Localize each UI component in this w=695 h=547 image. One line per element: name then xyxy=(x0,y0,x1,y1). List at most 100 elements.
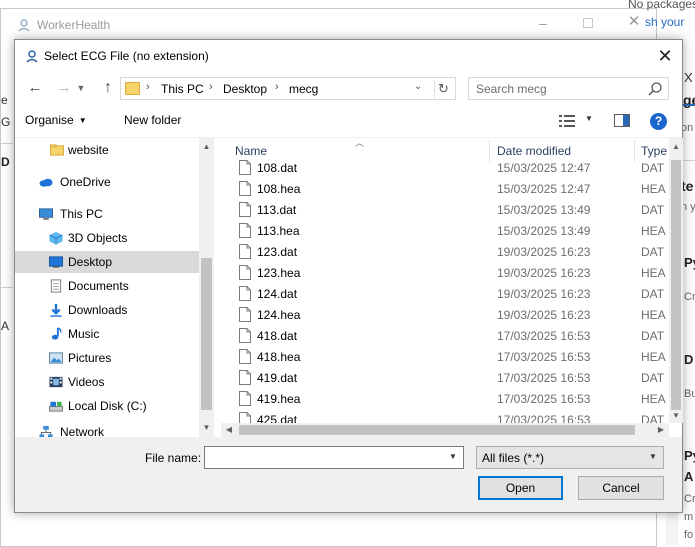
chevron-down-icon[interactable]: ⌄ xyxy=(414,81,422,92)
refresh-icon[interactable]: ↻ xyxy=(434,80,452,98)
back-arrow-icon[interactable]: ← xyxy=(24,77,46,99)
file-name-combo[interactable]: ▼ xyxy=(204,446,464,469)
app-icon xyxy=(26,50,38,63)
navigation-bar: ← → ▼ ↑ › This PC › Desktop › mecg ⌄ ↻ xyxy=(15,72,682,106)
nav-item-local-disk-c[interactable]: Local Disk (C:) xyxy=(15,395,199,417)
new-folder-button[interactable]: New folder xyxy=(124,113,181,131)
nav-item-website[interactable]: website xyxy=(15,139,199,161)
file-row[interactable]: 418.dat 17/03/2025 16:53 DAT xyxy=(221,326,669,347)
file-icon xyxy=(239,391,251,406)
forward-arrow-icon[interactable]: → xyxy=(53,77,75,99)
file-icon xyxy=(239,181,251,196)
organise-button[interactable]: Organise ▼ xyxy=(25,113,87,131)
nav-item-downloads[interactable]: Downloads xyxy=(15,299,199,321)
search-icon[interactable] xyxy=(647,81,663,97)
address-bar[interactable]: › This PC › Desktop › mecg ⌄ ↻ xyxy=(120,77,456,100)
file-icon xyxy=(239,223,251,238)
file-row[interactable]: 418.hea 17/03/2025 16:53 HEA xyxy=(221,347,669,368)
chevron-right-icon[interactable]: › xyxy=(275,81,279,93)
cancel-button[interactable]: Cancel xyxy=(578,476,664,500)
file-list: ︿ Name Date modified Type 108.dat 15/03/2… xyxy=(221,138,669,423)
file-name-label: File name: xyxy=(145,451,202,465)
up-arrow-icon[interactable]: ↑ xyxy=(97,77,119,99)
scroll-up-arrow-icon[interactable]: ▲ xyxy=(669,140,683,154)
file-type-select[interactable]: All files (*.*) ▼ xyxy=(476,446,664,469)
file-type: DAT xyxy=(641,371,665,385)
file-date: 19/03/2025 16:23 xyxy=(497,245,591,259)
right-panel-close-icon[interactable]: X xyxy=(684,70,693,85)
chevron-right-icon[interactable]: › xyxy=(209,81,213,93)
file-row[interactable]: 123.hea 19/03/2025 16:23 HEA xyxy=(221,263,669,284)
scroll-left-arrow-icon[interactable]: ◀ xyxy=(222,423,236,437)
chevron-right-icon[interactable]: › xyxy=(146,81,150,93)
file-date: 17/03/2025 16:53 xyxy=(497,371,591,385)
file-icon xyxy=(239,286,251,301)
nav-item-label: Local Disk (C:) xyxy=(68,399,147,413)
nav-item-music[interactable]: Music xyxy=(15,323,199,345)
nav-item-label: Desktop xyxy=(68,255,113,269)
nav-item-onedrive[interactable]: OneDrive xyxy=(15,171,199,193)
open-button[interactable]: Open xyxy=(478,476,563,500)
right-panel-tab-indicator xyxy=(681,104,695,106)
column-header-name[interactable]: Name xyxy=(235,144,267,158)
nav-item-documents[interactable]: Documents xyxy=(15,275,199,297)
nav-item-videos[interactable]: Videos xyxy=(15,371,199,393)
help-icon[interactable]: ? xyxy=(650,113,667,130)
minimize-icon[interactable]: – xyxy=(536,16,550,30)
column-header-type[interactable]: Type xyxy=(641,144,667,158)
breadcrumb-this-pc[interactable]: This PC xyxy=(161,82,204,96)
preview-pane-fill xyxy=(623,115,629,126)
close-icon[interactable]: ✕ xyxy=(650,44,680,68)
file-row[interactable]: 124.hea 19/03/2025 16:23 HEA xyxy=(221,305,669,326)
caret-down-icon[interactable]: ▼ xyxy=(585,114,593,123)
nav-item-pictures[interactable]: Pictures xyxy=(15,347,199,369)
file-row[interactable]: 108.dat 15/03/2025 12:47 DAT xyxy=(221,158,669,179)
file-type-selected: All files (*.*) xyxy=(482,451,545,465)
search-box[interactable] xyxy=(468,77,669,100)
file-row[interactable]: 124.dat 19/03/2025 16:23 DAT xyxy=(221,284,669,305)
breadcrumb-desktop[interactable]: Desktop xyxy=(223,82,267,96)
file-row[interactable]: 419.hea 17/03/2025 16:53 HEA xyxy=(221,389,669,410)
scroll-down-arrow-icon[interactable]: ▼ xyxy=(669,409,683,423)
navigation-pane-scroll-thumb[interactable] xyxy=(201,258,212,410)
file-date: 17/03/2025 16:53 xyxy=(497,350,591,364)
file-list-vertical-scroll-thumb[interactable] xyxy=(671,160,681,410)
file-name-input[interactable] xyxy=(205,447,439,468)
file-row[interactable]: 108.hea 15/03/2025 12:47 HEA xyxy=(221,179,669,200)
file-type: HEA xyxy=(641,308,666,322)
file-row[interactable]: 419.dat 17/03/2025 16:53 DAT xyxy=(221,368,669,389)
sort-ascending-icon: ︿ xyxy=(355,138,365,148)
maximize-icon[interactable] xyxy=(583,18,593,28)
scroll-up-arrow-icon[interactable]: ▲ xyxy=(199,140,214,154)
file-list-horizontal-scroll-thumb[interactable] xyxy=(239,425,635,435)
file-row[interactable]: 113.hea 15/03/2025 13:49 HEA xyxy=(221,221,669,242)
file-icon xyxy=(239,160,251,175)
cube-icon xyxy=(49,231,63,245)
scroll-down-arrow-icon[interactable]: ▼ xyxy=(199,421,214,435)
chevron-down-icon[interactable]: ▼ xyxy=(449,452,457,461)
file-date: 15/03/2025 12:47 xyxy=(497,161,591,175)
file-row[interactable]: 425.dat 17/03/2025 16:53 DAT xyxy=(221,410,669,423)
nav-item-3d-objects[interactable]: 3D Objects xyxy=(15,227,199,249)
file-row[interactable]: 113.dat 15/03/2025 13:49 DAT xyxy=(221,200,669,221)
nav-item-desktop[interactable]: Desktop xyxy=(15,251,199,273)
right-panel-text: n y xyxy=(681,201,695,213)
preview-pane-icon[interactable] xyxy=(614,114,630,127)
nav-item-this-pc[interactable]: This PC xyxy=(15,203,199,225)
nav-item-network[interactable]: Network xyxy=(15,421,199,437)
drive-icon xyxy=(49,401,63,412)
right-panel-link[interactable]: sh your xyxy=(645,15,684,29)
background-titlebar: WorkerHealth – ✕ xyxy=(1,9,656,41)
close-icon[interactable]: ✕ xyxy=(627,14,641,29)
file-row[interactable]: 123.dat 19/03/2025 16:23 DAT xyxy=(221,242,669,263)
search-input[interactable] xyxy=(469,78,644,99)
nav-item-label: Downloads xyxy=(68,303,128,317)
file-name: 425.dat xyxy=(257,413,298,423)
navigation-pane: website OneDrive This PC 3D Objects Desktop D… xyxy=(15,138,214,437)
column-header-date[interactable]: Date modified xyxy=(497,144,571,158)
view-options-icon[interactable] xyxy=(559,114,575,128)
breadcrumb-mecg[interactable]: mecg xyxy=(289,82,318,96)
scroll-right-arrow-icon[interactable]: ▶ xyxy=(654,423,668,437)
chevron-down-icon[interactable]: ▼ xyxy=(74,77,88,99)
file-icon xyxy=(239,202,251,217)
